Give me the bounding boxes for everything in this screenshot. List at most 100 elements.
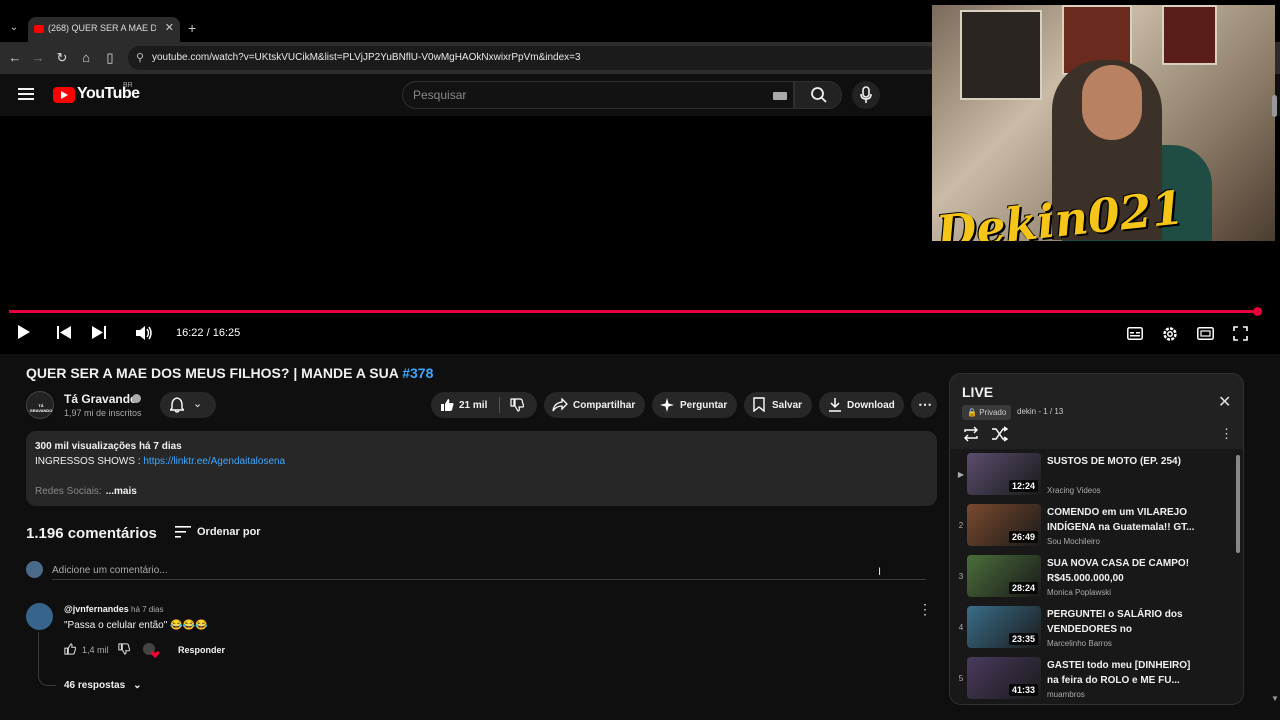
- tab-close-icon[interactable]: ✕: [165, 21, 174, 34]
- more-actions-button[interactable]: ⋯: [911, 392, 937, 418]
- bookmark-icon: [753, 397, 765, 412]
- playlist-item-title[interactable]: COMENDO em um VILAREJO INDÍGENA na Guate…: [1047, 505, 1197, 535]
- fullscreen-icon[interactable]: [1233, 326, 1248, 341]
- playlist-item-title[interactable]: PERGUNTEI o SALÁRIO dos VENDEDORES no PA…: [1047, 607, 1197, 637]
- like-count[interactable]: 21 mil: [459, 400, 487, 411]
- reply-button[interactable]: Responder: [178, 645, 225, 655]
- split-view-icon[interactable]: ▯: [102, 50, 118, 66]
- home-icon[interactable]: ⌂: [78, 50, 94, 65]
- description-more-line: Redes Sociais: ...mais: [35, 486, 137, 497]
- playlist-item-channel: Sou Mochileiro: [1047, 537, 1100, 546]
- comment-author[interactable]: @jvnfernandes: [64, 604, 129, 614]
- tab-search-icon[interactable]: ⌄: [6, 20, 22, 36]
- volume-icon[interactable]: [136, 325, 154, 341]
- playlist-item-title[interactable]: SUSTOS DE MOTO (EP. 254): [1047, 454, 1197, 469]
- forward-icon[interactable]: →: [30, 50, 46, 65]
- reload-icon[interactable]: ↻: [54, 50, 70, 66]
- keyboard-icon[interactable]: [773, 92, 787, 100]
- back-icon[interactable]: ←: [7, 50, 23, 65]
- ask-button[interactable]: Perguntar: [652, 392, 737, 418]
- comment-like-icon[interactable]: [64, 643, 76, 655]
- like-icon[interactable]: [440, 398, 454, 412]
- playlist-more-icon[interactable]: ⋮: [1220, 426, 1233, 442]
- show-replies-button[interactable]: 46 respostas ⌄: [64, 680, 142, 691]
- playlist-item-index: 4: [958, 623, 964, 632]
- playlist-scrollbar[interactable]: [1236, 455, 1240, 553]
- playlist-title[interactable]: LIVE: [962, 384, 993, 400]
- previous-icon[interactable]: [57, 326, 71, 339]
- playlist-item-channel: Xracing Videos: [1047, 486, 1101, 495]
- text-cursor-icon: I: [878, 566, 882, 578]
- notification-bell-button[interactable]: ⌄: [160, 392, 216, 418]
- add-comment-input[interactable]: [52, 562, 926, 580]
- playlist-item-title[interactable]: SUA NOVA CASA DE CAMPO! R$45.000.000,00: [1047, 556, 1197, 586]
- scroll-down-arrow-icon[interactable]: ▼: [1271, 694, 1279, 703]
- progress-bar[interactable]: [9, 310, 1258, 313]
- subtitles-icon[interactable]: [1127, 327, 1143, 340]
- next-icon[interactable]: [92, 326, 106, 339]
- voice-search-button[interactable]: [852, 81, 880, 109]
- playlist-item-duration: 26:49: [1008, 531, 1038, 543]
- view-stats: 300 mil visualizações há 7 dias: [35, 441, 182, 452]
- menu-icon[interactable]: [18, 88, 34, 100]
- download-button[interactable]: Download: [819, 392, 904, 418]
- playlist-item-thumbnail[interactable]: 41:33: [967, 657, 1041, 699]
- page-scrollbar[interactable]: [1272, 95, 1277, 117]
- download-icon: [829, 398, 841, 412]
- playlist-item-thumbnail[interactable]: 26:49: [967, 504, 1041, 546]
- share-button[interactable]: Compartilhar: [544, 392, 645, 418]
- playlist-item-thumbnail[interactable]: 12:24: [967, 453, 1041, 495]
- ask-label: Perguntar: [680, 400, 728, 411]
- description-box[interactable]: 300 mil visualizações há 7 dias INGRESSO…: [26, 431, 937, 506]
- youtube-logo-icon[interactable]: [53, 87, 75, 103]
- playlist-item[interactable]: 4 23:35 PERGUNTEI o SALÁRIO dos VENDEDORES…: [950, 604, 1235, 654]
- playlist-meta: dekin - 1 / 13: [1017, 407, 1064, 416]
- subscriber-count: 1,97 mi de inscritos: [64, 408, 142, 418]
- playlist-item-channel: Marcelinho Barros: [1047, 639, 1112, 648]
- dislike-icon[interactable]: [510, 398, 524, 412]
- channel-name[interactable]: Tá Gravando: [64, 392, 137, 406]
- playlist-item[interactable]: 5 41:33 GASTEI todo meu [DINHEIRO] na feir…: [950, 655, 1235, 704]
- search-button[interactable]: [794, 81, 842, 109]
- comment-time[interactable]: há 7 dias: [131, 605, 163, 614]
- search-box[interactable]: [402, 81, 794, 109]
- url-text[interactable]: youtube.com/watch?v=UKtskVUCikM&list=PLV…: [152, 52, 581, 63]
- progress-scrubber[interactable]: [1253, 307, 1262, 316]
- address-bar[interactable]: ⚲ youtube.com/watch?v=UKtskVUCikM&list=P…: [128, 46, 938, 70]
- playlist-item[interactable]: 2 26:49 COMENDO em um VILAREJO INDÍGENA na…: [950, 502, 1235, 552]
- loop-icon[interactable]: [962, 426, 980, 442]
- webcam-overlay: Dekin021: [932, 5, 1275, 241]
- video-title-text: QUER SER A MAE DOS MEUS FILHOS? | MANDE …: [26, 365, 403, 381]
- comment-more-icon[interactable]: ⋮: [918, 601, 932, 618]
- playlist-item-title[interactable]: GASTEI todo meu [DINHEIRO] na feira do R…: [1047, 658, 1197, 688]
- playlist-item[interactable]: ▶ 12:24 SUSTOS DE MOTO (EP. 254) Xracing Vi…: [950, 451, 1235, 501]
- download-label: Download: [847, 400, 895, 411]
- theater-mode-icon[interactable]: [1197, 327, 1214, 340]
- time-display: 16:22 / 16:25: [176, 327, 241, 339]
- comment-dislike-icon[interactable]: [118, 643, 130, 655]
- settings-gear-icon[interactable]: [1162, 326, 1178, 342]
- description-link[interactable]: https://linktr.ee/Agendaitalosena: [143, 456, 285, 467]
- share-label: Compartilhar: [573, 400, 636, 411]
- playlist-item-thumbnail[interactable]: 28:24: [967, 555, 1041, 597]
- close-icon[interactable]: ✕: [1218, 392, 1231, 412]
- new-tab-icon[interactable]: +: [188, 20, 196, 36]
- playlist-item[interactable]: 3 28:24 SUA NOVA CASA DE CAMPO! R$45.000.0…: [950, 553, 1235, 603]
- search-input[interactable]: [413, 86, 753, 104]
- comment-author-avatar[interactable]: [26, 603, 53, 630]
- save-button[interactable]: Salvar: [744, 392, 812, 418]
- channel-avatar[interactable]: TÁ GRAVANDO: [26, 391, 54, 419]
- verified-badge-icon: [132, 394, 141, 403]
- site-info-icon[interactable]: ⚲: [136, 51, 144, 64]
- video-title: QUER SER A MAE DOS MEUS FILHOS? | MANDE …: [26, 365, 433, 381]
- playlist-item-thumbnail[interactable]: 23:35: [967, 606, 1041, 648]
- playlist-items: ▶ 12:24 SUSTOS DE MOTO (EP. 254) Xracing Vi…: [950, 449, 1243, 704]
- chevron-down-icon: ⌄: [193, 398, 203, 410]
- playlist-item-index: 2: [958, 521, 964, 530]
- show-more-link[interactable]: ...mais: [106, 486, 137, 497]
- video-hashtag[interactable]: #378: [402, 365, 433, 381]
- shuffle-icon[interactable]: [991, 426, 1009, 442]
- play-icon[interactable]: [17, 324, 31, 340]
- browser-tab[interactable]: (268) QUER SER A MAE DOS M ✕: [28, 17, 180, 42]
- playlist-item-duration: 12:24: [1008, 480, 1038, 492]
